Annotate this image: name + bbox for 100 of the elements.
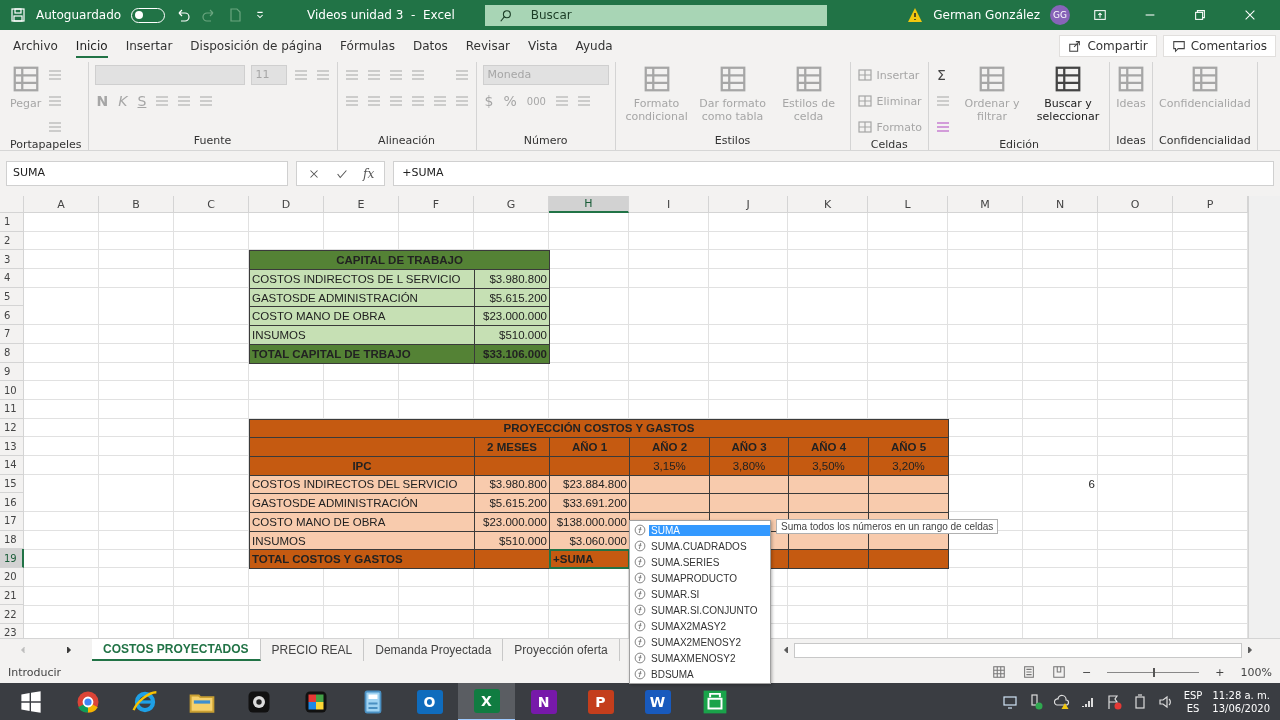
function-suggestion[interactable]: SUMAPRODUCTO [630,570,770,586]
function-icon [634,556,646,568]
column-header[interactable]: E [324,196,399,213]
function-suggestion[interactable]: SUMAXMENOSY2 [630,650,770,666]
row-header[interactable]: 7 [0,325,24,344]
sheet-tab[interactable]: COSTOS PROYECTADOS [92,639,261,661]
column-header[interactable]: N [1023,196,1098,213]
tool-icon [856,119,873,135]
windows-icon [19,691,42,713]
share-button[interactable]: Compartir [1059,35,1157,57]
menu-tab[interactable]: Fórmulas [331,33,404,59]
horizontal-scrollbar[interactable] [793,642,1242,658]
column-header[interactable]: O [1098,196,1173,213]
status-mode: Introducir [8,665,62,679]
row-header[interactable]: 17 [0,512,24,531]
menu-tab[interactable]: Insertar [116,33,182,59]
search-field[interactable]: Buscar [484,4,827,26]
store-icon [701,689,728,715]
column-header[interactable]: M [948,196,1023,213]
table-cell: PROYECCIÓN COSTOS Y GASTOS [249,418,949,439]
name-box[interactable]: SUMA [6,161,288,186]
comment-icon [1171,39,1186,53]
row-header[interactable]: 13 [0,437,24,456]
sheet-tab[interactable]: Demanda Proyectada [364,639,504,661]
close-icon [1243,8,1257,22]
clock-date[interactable]: 13/06/2020 [1212,702,1270,716]
sheet-tab[interactable]: Proyección oferta [503,639,620,661]
menu-tab[interactable]: Archivo [4,33,67,59]
menu-tab[interactable]: Inicio [66,33,117,59]
zoom-out-button[interactable]: − [1082,665,1092,679]
function-icon [634,668,646,680]
taskbar-button[interactable]: O [401,683,458,720]
row-header[interactable]: 19 [0,549,24,569]
language-indicator[interactable]: ESP [1183,688,1203,702]
app-logo: X [473,689,500,713]
table-cell: TOTAL CAPITAL DE TRBAJO [249,343,475,364]
tool-icon [935,93,952,109]
taskbar-button[interactable]: X [458,683,515,720]
formula-field[interactable]: +SUMA [393,161,1274,186]
column-header[interactable]: B [99,196,174,213]
user-avatar[interactable]: GG [1050,5,1070,25]
function-icon [634,636,646,648]
table-cell: $33.691.200 [549,493,630,513]
row-header[interactable]: 10 [0,381,24,400]
function-suggestion[interactable]: SUMAR.SI [630,586,770,602]
clock-time[interactable]: 11:28 a. m. [1212,688,1270,702]
table-cell: INSUMOS [249,325,475,345]
menu-tab[interactable]: Ayuda [566,33,622,59]
column-header[interactable]: J [709,196,788,213]
group-label: Ideas [1116,134,1147,149]
select-all-button[interactable] [0,196,24,213]
tool-icon [387,67,404,83]
column-header[interactable]: C [174,196,249,213]
tool-icon [935,119,952,135]
function-suggestion[interactable]: SUMAR.SI.CONJUNTO [630,602,770,618]
function-suggestion[interactable]: SUMAX2MENOSY2 [630,634,770,650]
row-header[interactable]: 20 [0,568,24,587]
keyboard-layout[interactable]: ES [1186,702,1200,716]
taskbar-button[interactable]: W [629,683,686,720]
row-header[interactable]: 16 [0,493,24,512]
function-suggestion[interactable]: BDSUMA [630,666,770,682]
comments-button[interactable]: Comentarios [1162,35,1276,57]
taskbar-button[interactable]: P [572,683,629,720]
menu-tab[interactable]: Disposición de página [181,33,332,59]
zoom-thumb[interactable] [1153,667,1156,677]
column-header[interactable]: A [24,196,99,213]
function-icon [634,540,646,552]
column-heading: AÑO 1 [549,437,630,457]
tool-icon [856,93,873,109]
row-header[interactable]: 1 [0,213,24,232]
column-header[interactable]: F [399,196,474,213]
column-header[interactable]: H [549,196,629,213]
column-header[interactable]: K [788,196,868,213]
column-header[interactable]: G [474,196,549,213]
table-cell: $3.980.800 [474,474,550,495]
table-cell: 3,20% [868,455,949,476]
menu-tab[interactable]: Revisar [456,33,519,59]
taskbar-button[interactable]: N [515,683,572,720]
save-icon [10,7,26,23]
tool-icon [154,93,171,109]
column-header[interactable]: I [629,196,709,213]
function-suggestion[interactable]: SUMA.CUADRADOS [630,538,770,554]
row-header[interactable]: 3 [0,250,24,270]
row-header[interactable]: 22 [0,605,24,625]
column-header[interactable]: L [868,196,948,213]
row-header[interactable]: 4 [0,269,24,288]
table-cell: IPC [249,455,475,476]
menu-tab[interactable]: Vista [518,33,567,59]
vertical-scrollbar[interactable] [1248,196,1280,638]
row-header[interactable]: 23 [0,624,24,638]
insert-function-button[interactable]: fx [363,166,375,181]
tool-icon [47,67,64,83]
column-header[interactable]: D [249,196,324,213]
menu-tab[interactable]: Datos [403,33,457,59]
function-suggestion[interactable]: SUMAX2MASY2 [630,618,770,634]
zoom-in-button[interactable]: + [1215,665,1225,679]
function-suggestion[interactable]: SUMA.SERIES [630,554,770,570]
row-header[interactable]: 6 [0,306,24,326]
sheet-tab[interactable]: PRECIO REAL [260,639,365,661]
column-header[interactable]: P [1173,196,1248,213]
